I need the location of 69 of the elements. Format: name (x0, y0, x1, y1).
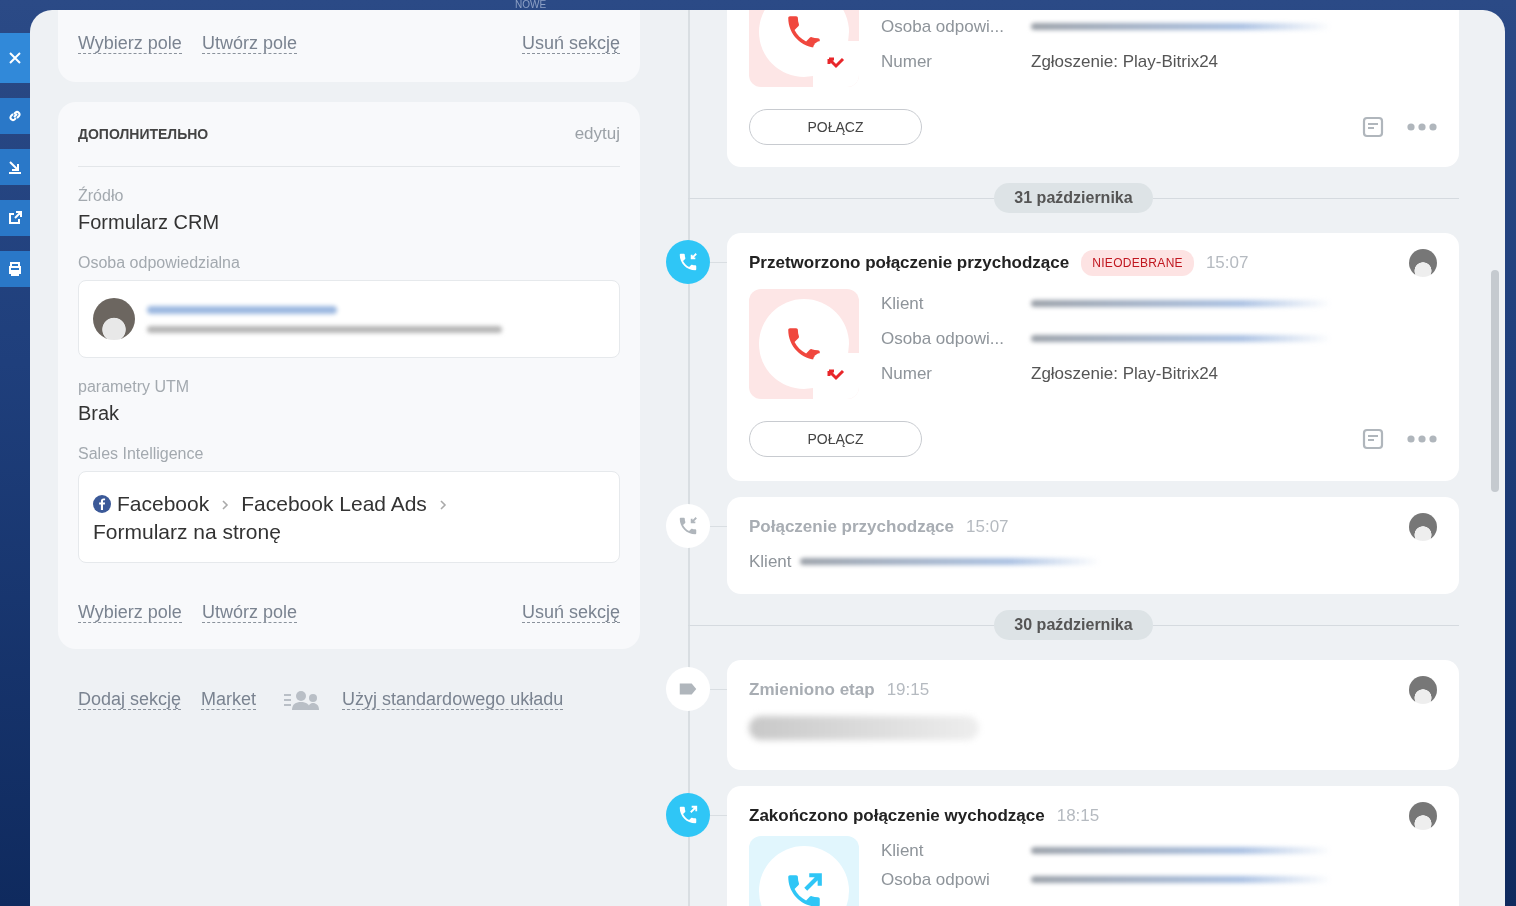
edit-link[interactable]: edytuj (574, 124, 620, 144)
field-label: Osoba odpowi... (881, 16, 1005, 37)
event-title: Zmieniono etap (749, 680, 875, 700)
event-time: 18:15 (1056, 806, 1100, 826)
avatar (1409, 676, 1437, 704)
incoming-call-icon (677, 515, 699, 537)
event-time: 19:15 (886, 680, 930, 700)
field-label: Numer (881, 363, 933, 384)
note-icon[interactable] (1361, 115, 1385, 139)
action-link[interactable]: Utwórz pole (201, 32, 297, 54)
field-label: parametry UTM (78, 378, 191, 396)
action-link[interactable]: Usuń sekcję (521, 32, 620, 54)
avatar (93, 298, 135, 340)
date-label: 31 października (994, 183, 1153, 213)
field-value: Brak (78, 402, 121, 425)
printer-icon (7, 261, 23, 277)
close-button[interactable] (0, 33, 30, 83)
avatar (1409, 802, 1437, 830)
scrollbar-thumb[interactable] (1491, 270, 1499, 492)
download-button[interactable] (0, 149, 30, 185)
event-title: Przetworzono połączenie przychodzące (749, 253, 1070, 273)
more-icon[interactable] (1407, 435, 1437, 443)
field-label: Numer (881, 51, 933, 72)
path-step: Facebook (117, 490, 210, 518)
event-title: Połączenie przychodzące (749, 517, 955, 537)
print-button[interactable] (0, 251, 30, 287)
field-value: Formularz CRM (78, 211, 221, 234)
path-step: Formularz na stronę (93, 518, 281, 546)
path-step: Facebook Lead Ads (241, 490, 427, 518)
footer-link[interactable]: Market (201, 689, 257, 710)
action-link[interactable]: Wybierz pole (78, 32, 182, 54)
close-icon (7, 50, 23, 66)
arrow-down-right-icon (7, 159, 23, 175)
layout-link[interactable]: Użyj standardowego układu (342, 689, 564, 710)
link-icon (7, 108, 23, 124)
field-label: Osoba odpowi... (881, 328, 1005, 349)
event-time: 15:07 (1205, 253, 1249, 273)
more-icon[interactable] (1407, 123, 1437, 131)
call-button[interactable]: POŁĄCZ (749, 109, 922, 145)
field-label: Osoba odpowi (881, 869, 991, 890)
outgoing-call-icon (677, 804, 699, 826)
field-label: Sales Intelligence (78, 445, 205, 463)
field-label: Klient (881, 840, 925, 861)
incoming-call-icon (677, 251, 699, 273)
facebook-icon (93, 495, 111, 513)
external-link-icon (7, 210, 23, 226)
date-label: 30 października (994, 610, 1153, 640)
footer-link[interactable]: Dodaj sekcję (78, 689, 182, 710)
avatar (1409, 513, 1437, 541)
user-field[interactable] (78, 280, 620, 358)
field-label: Osoba odpowiedzialna (78, 254, 241, 272)
open-external-button[interactable] (0, 200, 30, 236)
note-icon[interactable] (1361, 427, 1385, 451)
top-label: NOWE (515, 0, 547, 10)
field-label: Klient (749, 551, 792, 572)
field-label: Klient (881, 293, 925, 314)
field-value: Zgłoszenie: Play-Bitrix24 (1031, 363, 1219, 384)
field-value: Zgłoszenie: Play-Bitrix24 (1031, 51, 1219, 72)
section-title: ДОПОЛНИТЕЛЬНО (78, 126, 209, 142)
event-title: Zakończono połączenie wychodzące (749, 806, 1045, 826)
action-link[interactable]: Usuń sekcję (521, 601, 620, 623)
action-link[interactable]: Wybierz pole (78, 601, 182, 623)
action-link[interactable]: Utwórz pole (201, 601, 297, 623)
field-label: Źródło (78, 187, 125, 205)
link-button[interactable] (0, 98, 30, 134)
avatar (1409, 249, 1437, 277)
status-badge: NIEODEBRANE (1081, 250, 1194, 276)
call-button[interactable]: POŁĄCZ (749, 421, 922, 457)
event-time: 15:07 (966, 517, 1009, 537)
